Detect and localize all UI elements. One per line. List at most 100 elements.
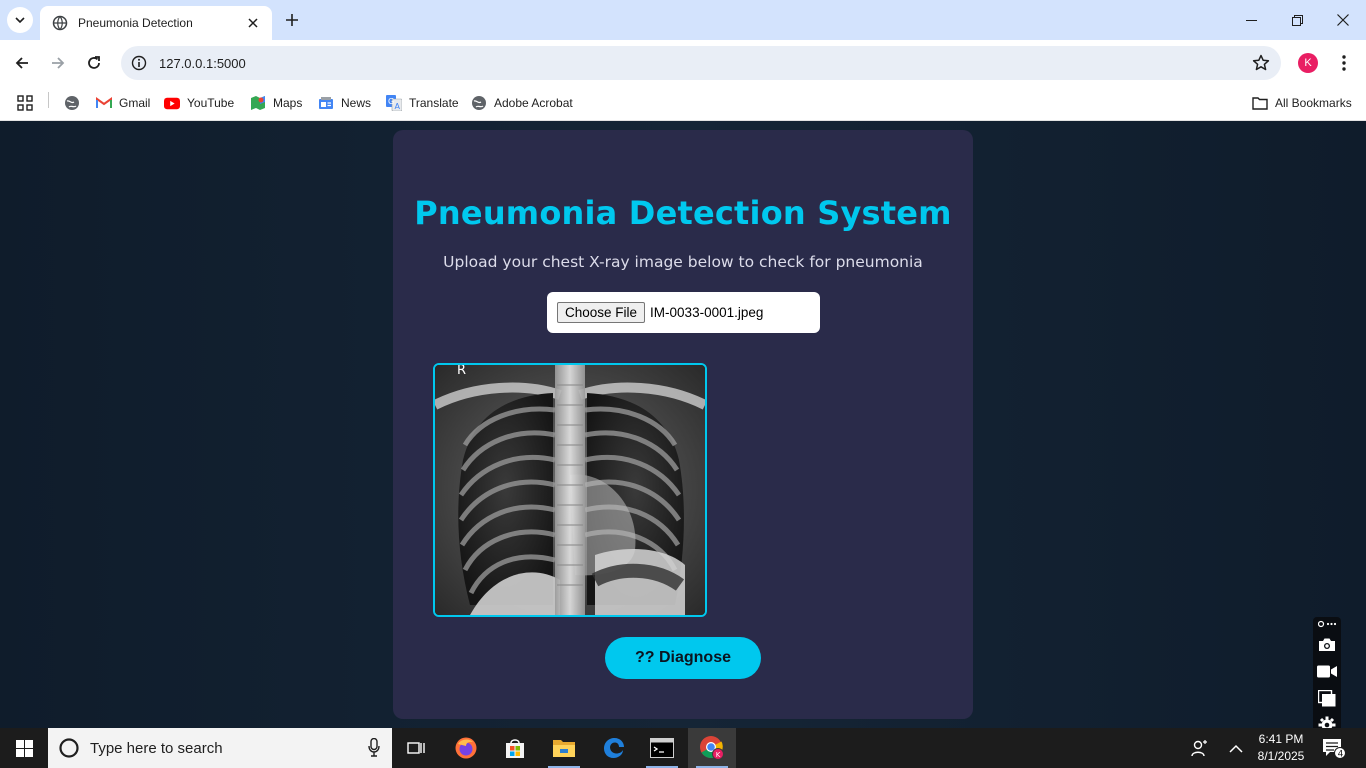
xray-side-marker: R	[457, 365, 466, 378]
maps-icon	[250, 95, 266, 111]
address-bar[interactable]: 127.0.0.1:5000	[121, 46, 1281, 80]
edge-icon	[604, 738, 624, 758]
close-window-button[interactable]	[1320, 0, 1366, 40]
bookmark-globe[interactable]	[64, 92, 87, 114]
microphone-icon[interactable]	[368, 737, 380, 760]
globe-icon	[52, 15, 68, 31]
windows-taskbar: Type here to search K 6:41 PM 8/1/2025 4	[0, 728, 1366, 768]
chrome-icon: K	[700, 736, 724, 760]
chrome-profile-badge: K	[716, 751, 721, 759]
apps-grid-icon	[17, 95, 33, 111]
bookmark-label: Translate	[409, 96, 459, 110]
clock-date: 8/1/2025	[1257, 749, 1305, 763]
notification-center-icon[interactable]: 4	[1322, 738, 1346, 760]
camera-icon[interactable]	[1317, 634, 1337, 654]
url-text[interactable]: 127.0.0.1:5000	[159, 56, 246, 71]
globe-icon	[64, 95, 80, 111]
taskbar-search-box[interactable]: Type here to search	[48, 728, 392, 768]
translate-icon: GA	[386, 95, 402, 111]
bookmarks-divider	[48, 92, 49, 108]
task-view-icon	[407, 742, 425, 754]
windows-icon[interactable]	[1317, 688, 1337, 708]
chest-xray-illustration: R	[435, 365, 705, 615]
bookmark-maps[interactable]: Maps	[250, 92, 302, 114]
selected-file-name: IM-0033-0001.jpeg	[650, 305, 764, 320]
taskbar-chrome[interactable]: K	[688, 728, 736, 768]
store-icon	[506, 739, 524, 758]
system-clock[interactable]: 6:41 PM 8/1/2025	[1252, 731, 1310, 765]
plus-icon	[286, 14, 298, 26]
news-icon	[318, 95, 334, 111]
minimize-icon	[1245, 19, 1257, 21]
all-bookmarks-label: All Bookmarks	[1275, 96, 1352, 110]
svg-text:G: G	[388, 97, 394, 106]
file-explorer-icon	[553, 740, 575, 757]
notification-count: 4	[1338, 750, 1344, 760]
bookmark-star-icon[interactable]	[1251, 53, 1271, 73]
clock-time: 6:41 PM	[1258, 732, 1304, 746]
active-tab[interactable]: Pneumonia Detection	[40, 6, 272, 40]
more-menu-icon[interactable]	[1334, 51, 1354, 75]
choose-file-button[interactable]: Choose File	[557, 302, 646, 323]
xray-preview-image: R	[433, 363, 707, 617]
youtube-icon	[164, 95, 180, 111]
pin-icon[interactable]	[1317, 617, 1337, 631]
firefox-icon	[455, 737, 477, 759]
bookmarks-bar: Gmail YouTube Maps News GA Translate Ado…	[0, 86, 1366, 121]
browser-toolbar: 127.0.0.1:5000 K	[0, 40, 1366, 86]
taskbar-edge[interactable]	[590, 728, 638, 768]
bookmark-youtube[interactable]: YouTube	[164, 92, 234, 114]
search-placeholder: Type here to search	[90, 739, 223, 757]
arrow-left-icon	[15, 57, 28, 69]
start-button[interactable]	[0, 728, 48, 768]
site-info-icon[interactable]	[131, 55, 147, 71]
all-bookmarks-button[interactable]: All Bookmarks	[1252, 92, 1352, 114]
taskbar-firefox[interactable]	[442, 728, 490, 768]
restore-button[interactable]	[1274, 0, 1320, 40]
close-icon	[1337, 14, 1349, 26]
bookmark-gmail[interactable]: Gmail	[96, 92, 150, 114]
upload-card: Pneumonia Detection System Upload your c…	[393, 130, 973, 719]
new-tab-button[interactable]	[280, 8, 304, 32]
chevron-down-icon	[15, 17, 25, 24]
folder-icon	[1252, 95, 1268, 111]
restore-icon	[1291, 14, 1303, 26]
arrow-right-icon	[52, 57, 65, 69]
forward-button[interactable]	[44, 49, 72, 77]
gmail-icon	[96, 95, 112, 111]
minimize-button[interactable]	[1228, 0, 1274, 40]
bookmark-label: News	[341, 96, 372, 110]
close-tab-icon[interactable]	[244, 14, 262, 32]
bookmark-news[interactable]: News	[318, 92, 371, 114]
bookmark-translate[interactable]: GA Translate	[386, 92, 459, 114]
people-icon[interactable]	[1190, 738, 1210, 758]
page-title: Pneumonia Detection System	[414, 194, 952, 232]
windows-logo-icon	[15, 739, 33, 757]
file-upload-field[interactable]: Choose File IM-0033-0001.jpeg	[547, 292, 820, 333]
tab-search-button[interactable]	[7, 7, 33, 33]
video-icon[interactable]	[1317, 661, 1337, 681]
diagnose-button[interactable]: ?? Diagnose	[605, 637, 761, 679]
reload-icon	[88, 56, 100, 69]
page-subtitle: Upload your chest X-ray image below to c…	[443, 253, 923, 271]
tab-title: Pneumonia Detection	[78, 16, 193, 30]
taskbar-file-explorer[interactable]	[540, 728, 588, 768]
bookmark-label: Gmail	[119, 96, 151, 110]
tab-strip: Pneumonia Detection	[0, 0, 1366, 40]
chevron-up-icon[interactable]	[1226, 738, 1246, 758]
svg-text:A: A	[395, 102, 401, 111]
bookmark-label: Adobe Acrobat	[494, 96, 573, 110]
profile-avatar[interactable]: K	[1298, 53, 1318, 73]
apps-button[interactable]	[17, 92, 40, 114]
cortana-circle-icon	[59, 738, 79, 758]
page-viewport: Pneumonia Detection System Upload your c…	[0, 121, 1366, 743]
reload-button[interactable]	[80, 49, 108, 77]
globe-icon	[471, 95, 487, 111]
back-button[interactable]	[8, 49, 36, 77]
taskbar-store[interactable]	[491, 728, 539, 768]
bookmark-adobe-acrobat[interactable]: Adobe Acrobat	[471, 92, 573, 114]
task-view-button[interactable]	[392, 728, 440, 768]
bookmark-label: YouTube	[187, 96, 235, 110]
bookmark-label: Maps	[273, 96, 303, 110]
taskbar-terminal[interactable]	[638, 728, 686, 768]
